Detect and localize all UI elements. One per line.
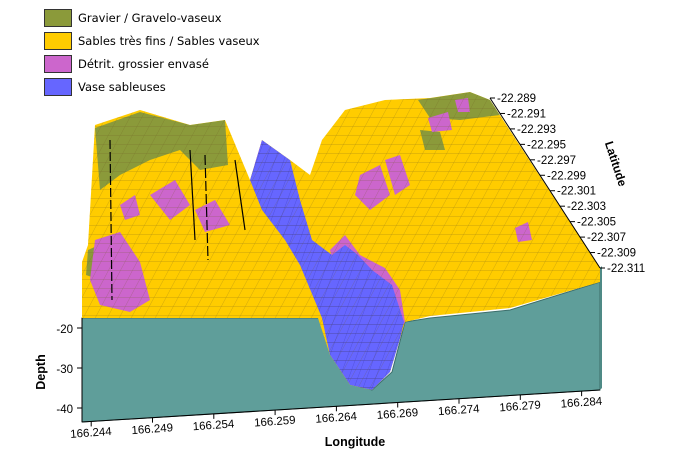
longitude-tick-label: 166.249 <box>131 422 173 437</box>
latitude-axis-label: Latitude <box>602 139 630 188</box>
longitude-tick-label: 166.259 <box>254 415 296 430</box>
latitude-tick-label: -22.301 <box>557 186 596 198</box>
depth-tick-label: -40 <box>56 404 73 416</box>
longitude-tick-label: 166.254 <box>192 418 235 433</box>
longitude-tick-label: 166.279 <box>499 399 541 414</box>
latitude-tick-label: -22.289 <box>497 93 536 105</box>
surface-chart: -22.289 -22.291 -22.293 -22.295 -22.297 -22.2… <box>34 92 645 449</box>
latitude-tick-label: -22.307 <box>587 232 626 244</box>
latitude-tick-label: -22.291 <box>507 108 546 120</box>
latitude-tick-label: -22.295 <box>527 139 566 151</box>
longitude-tick-label: 166.244 <box>70 426 113 441</box>
longitude-tick-label: 166.284 <box>560 396 603 411</box>
depth-tick-label: -20 <box>56 324 73 336</box>
longitude-tick-label: 166.269 <box>376 407 418 422</box>
longitude-tick-label: 166.264 <box>315 411 358 426</box>
latitude-tick-label: -22.311 <box>607 263 645 275</box>
latitude-tick-label: -22.309 <box>597 248 636 260</box>
latitude-tick-label: -22.293 <box>517 124 556 136</box>
latitude-tick-label: -22.297 <box>537 155 576 167</box>
depth-ticks: -20 -30 -40 <box>56 324 82 416</box>
longitude-axis-label: Longitude <box>325 435 385 449</box>
latitude-tick-label: -22.299 <box>547 170 586 182</box>
longitude-tick-label: 166.274 <box>438 403 481 418</box>
depth-axis-label: Depth <box>34 354 48 389</box>
depth-tick-label: -30 <box>56 364 73 376</box>
latitude-tick-label: -22.303 <box>567 201 606 213</box>
right-face <box>600 266 602 390</box>
latitude-tick-label: -22.305 <box>577 217 616 229</box>
